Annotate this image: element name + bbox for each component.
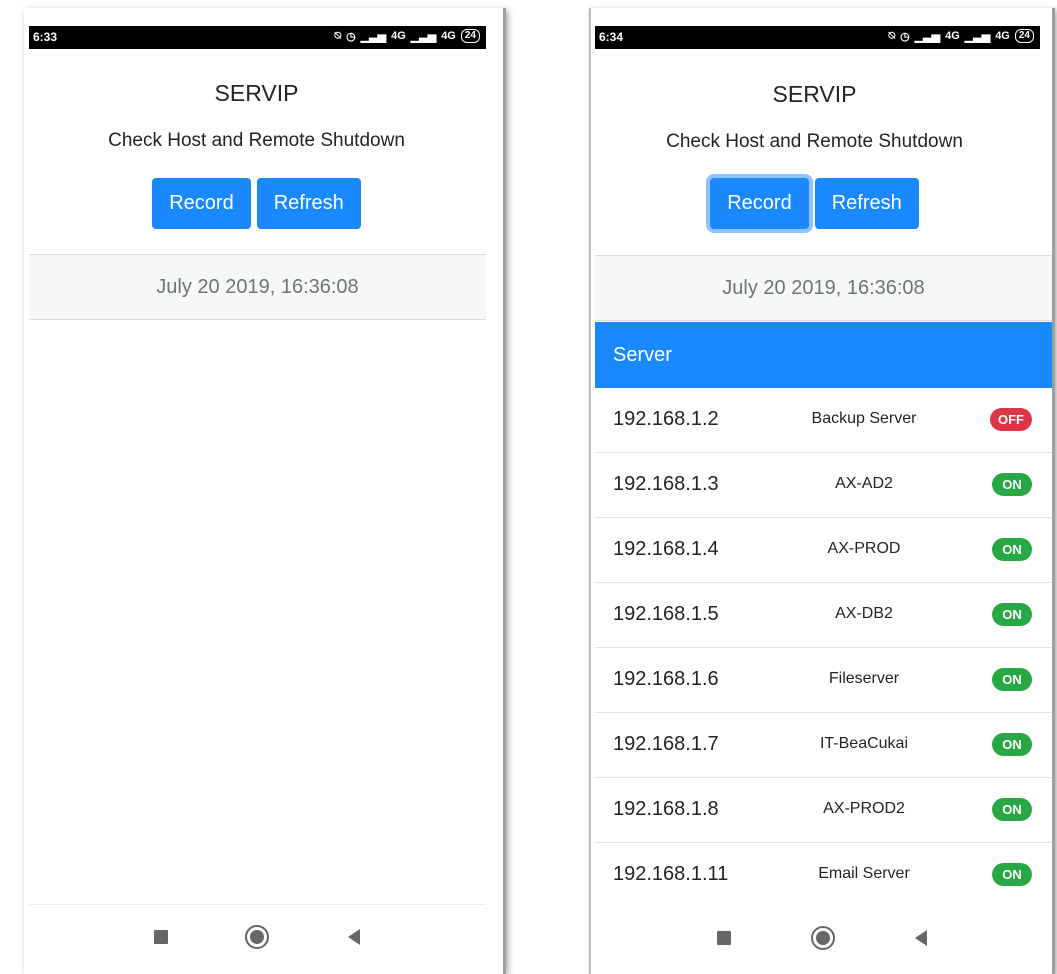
table-row: 192.168.1.8 AX-PROD2 ON — [595, 778, 1052, 843]
server-name: IT-BeaCukai — [819, 735, 909, 752]
battery-icon: 24 — [1014, 29, 1034, 43]
page-title: SERVIP — [214, 80, 299, 106]
status-bar: 6:33 ⍉ ◷ ▁▃▅ 4G ▁▃▅ 4G 24 — [29, 26, 486, 49]
server-ip: 192.168.1.2 — [613, 408, 719, 430]
refresh-button[interactable]: Refresh — [256, 178, 361, 229]
server-name: AX-AD2 — [835, 475, 893, 492]
page-subtitle: Check Host and Remote Shutdown — [108, 130, 405, 151]
table-row: 192.168.1.2 Backup Server OFF — [595, 388, 1052, 453]
signal-icon: ▁▃▅ — [410, 30, 437, 43]
server-ip: 192.168.1.11 — [613, 863, 729, 885]
server-ip: 192.168.1.7 — [613, 733, 719, 755]
status-time: 6:33 — [33, 30, 58, 44]
server-ip: 192.168.1.3 — [613, 473, 719, 495]
status-badge[interactable]: ON — [992, 538, 1032, 561]
network-label: 4G — [995, 30, 1010, 42]
table-row: 192.168.1.7 IT-BeaCukai ON — [595, 713, 1052, 778]
server-ip: 192.168.1.5 — [613, 603, 719, 625]
back-triangle-icon[interactable] — [348, 929, 360, 945]
button-row: Record Refresh — [24, 178, 489, 229]
server-name: Backup Server — [811, 410, 917, 427]
home-circle-icon[interactable] — [245, 925, 269, 949]
status-badge[interactable]: ON — [992, 798, 1032, 821]
recent-apps-square-icon[interactable] — [154, 930, 168, 944]
server-table-header: Server — [595, 322, 1052, 388]
server-name: AX-PROD2 — [823, 800, 905, 817]
server-name: Fileserver — [828, 670, 900, 687]
android-nav-bar — [595, 906, 1052, 974]
signal-icon: ▁▃▅ — [914, 30, 941, 43]
record-button[interactable]: Record — [152, 178, 251, 229]
table-row: 192.168.1.6 Fileserver ON — [595, 648, 1052, 713]
table-row: 192.168.1.4 AX-PROD ON — [595, 518, 1052, 583]
date-display: July 20 2019, 16:36:08 — [29, 254, 486, 320]
server-ip: 192.168.1.4 — [613, 538, 719, 560]
record-button[interactable]: Record — [710, 178, 809, 229]
server-name: AX-DB2 — [835, 605, 893, 622]
table-row: 192.168.1.11 Email Server ON — [595, 843, 1052, 908]
back-triangle-icon[interactable] — [915, 930, 927, 946]
table-row: 192.168.1.3 AX-AD2 ON — [595, 453, 1052, 518]
page-title: SERVIP — [772, 81, 857, 107]
refresh-button[interactable]: Refresh — [814, 178, 919, 229]
date-display: July 20 2019, 16:36:08 — [595, 255, 1052, 321]
status-badge[interactable]: ON — [992, 603, 1032, 626]
status-badge[interactable]: OFF — [990, 408, 1032, 431]
server-ip: 192.168.1.6 — [613, 668, 719, 690]
status-badge[interactable]: ON — [992, 668, 1032, 691]
status-time: 6:34 — [599, 30, 624, 44]
server-list: 192.168.1.2 Backup Server OFF 192.168.1.… — [595, 388, 1052, 908]
battery-icon: 24 — [460, 29, 480, 43]
status-badge[interactable]: ON — [992, 863, 1032, 886]
server-name: Email Server — [818, 865, 910, 882]
network-label: 4G — [945, 30, 960, 42]
alarm-icon: ◷ — [900, 30, 910, 43]
page-subtitle: Check Host and Remote Shutdown — [666, 131, 963, 152]
phone-screen-right: 6:34 ⍉ ◷ ▁▃▅ 4G ▁▃▅ 4G 24 SERVIP Check H… — [589, 8, 1055, 974]
network-label: 4G — [391, 30, 406, 42]
home-circle-icon[interactable] — [811, 926, 835, 950]
status-bar: 6:34 ⍉ ◷ ▁▃▅ 4G ▁▃▅ 4G 24 — [595, 26, 1040, 49]
button-row: Record Refresh — [591, 178, 1038, 229]
mute-icon: ⍉ — [888, 29, 896, 42]
phone-screen-left: 6:33 ⍉ ◷ ▁▃▅ 4G ▁▃▅ 4G 24 SERVIP Check H… — [24, 8, 506, 974]
status-icons: ⍉ ◷ ▁▃▅ 4G ▁▃▅ 4G 24 — [334, 29, 480, 43]
android-nav-bar — [29, 904, 486, 974]
network-label: 4G — [441, 30, 456, 42]
mute-icon: ⍉ — [334, 29, 342, 42]
table-row: 192.168.1.5 AX-DB2 ON — [595, 583, 1052, 648]
server-name: AX-PROD — [827, 540, 901, 557]
status-icons: ⍉ ◷ ▁▃▅ 4G ▁▃▅ 4G 24 — [888, 29, 1034, 43]
recent-apps-square-icon[interactable] — [717, 931, 731, 945]
signal-icon: ▁▃▅ — [360, 30, 387, 43]
alarm-icon: ◷ — [346, 30, 356, 43]
server-ip: 192.168.1.8 — [613, 798, 719, 820]
status-badge[interactable]: ON — [992, 473, 1032, 496]
status-badge[interactable]: ON — [992, 733, 1032, 756]
signal-icon: ▁▃▅ — [964, 30, 991, 43]
